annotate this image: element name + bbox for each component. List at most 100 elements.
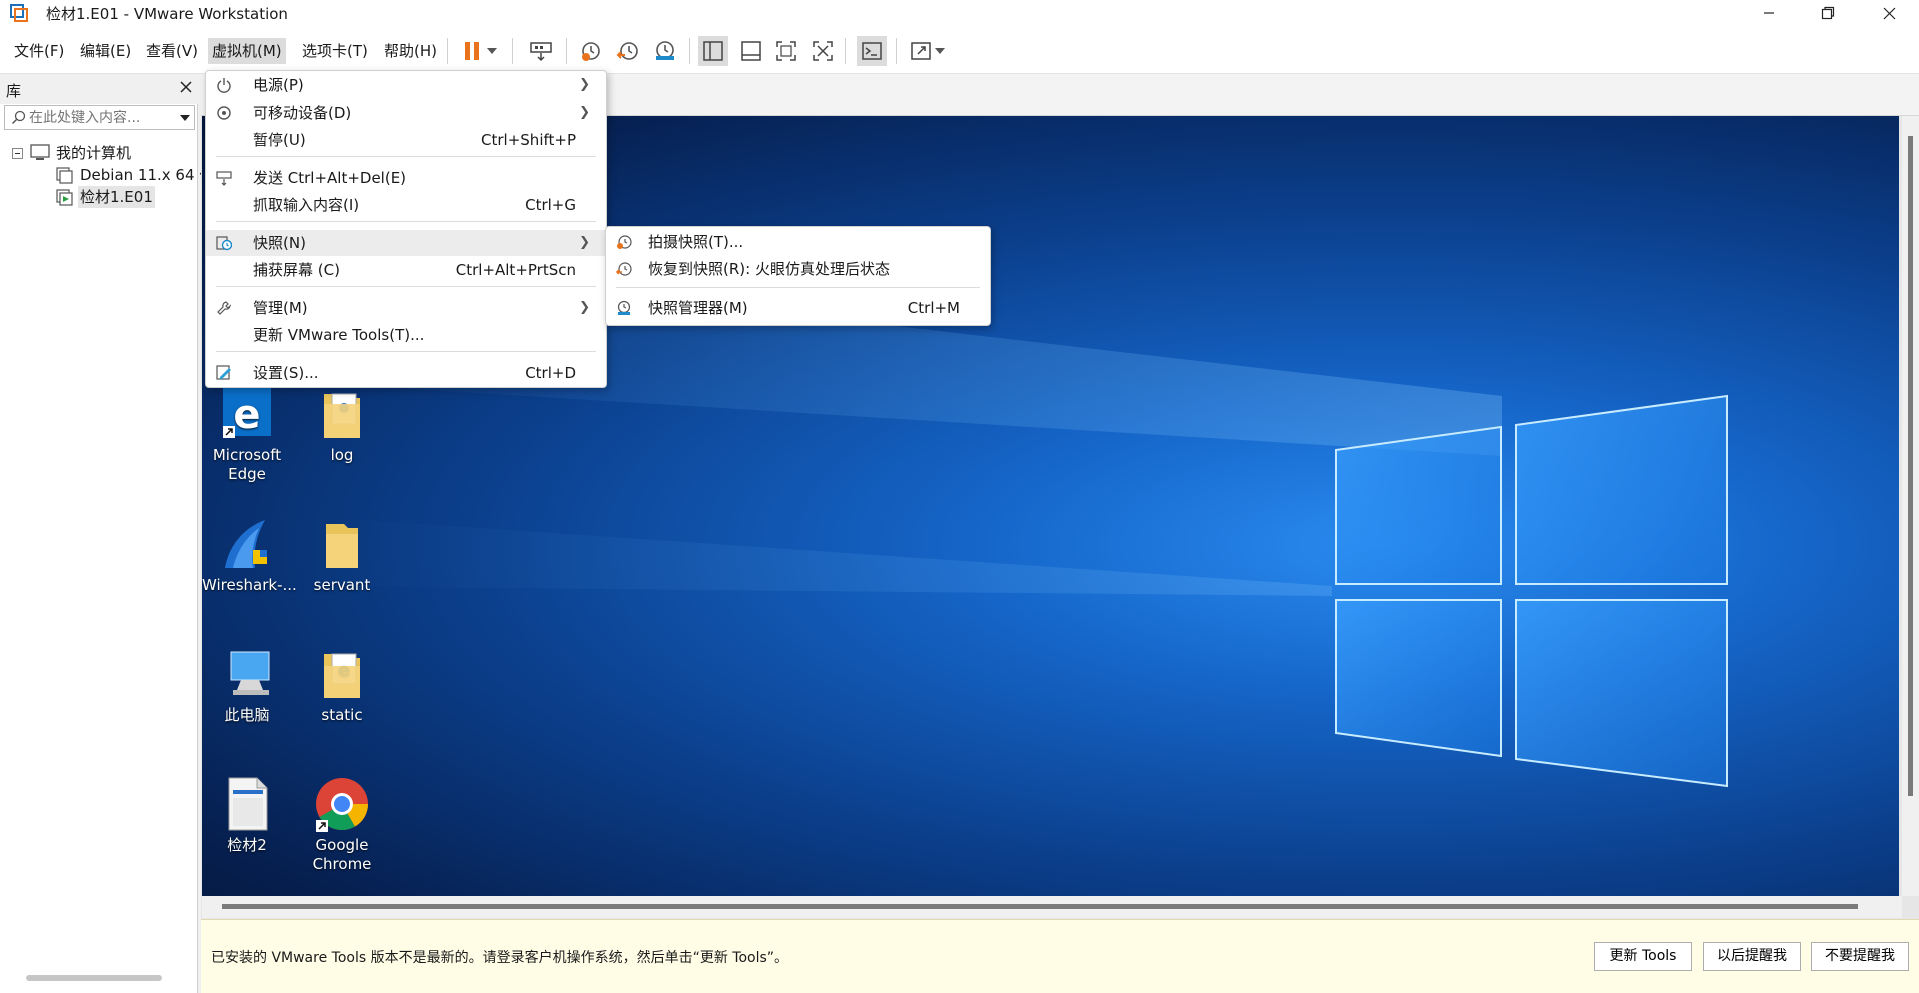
library-layout-icon xyxy=(703,41,723,61)
snapshot-take-icon xyxy=(617,235,632,249)
minimize-button[interactable] xyxy=(1744,0,1794,26)
chrome-icon xyxy=(316,778,368,832)
menu-separator xyxy=(216,221,596,222)
vm-vertical-scrollbar[interactable] xyxy=(1902,116,1919,896)
revert-snapshot-button[interactable] xyxy=(613,36,643,66)
menu-edit[interactable]: 编辑(E) xyxy=(76,38,135,64)
library-search-input[interactable] xyxy=(29,108,169,127)
library-title: 库 xyxy=(6,82,22,100)
desktop-icon-evidence2[interactable]: 检材2 xyxy=(202,776,292,855)
remind-later-button[interactable]: 以后提醒我 xyxy=(1703,942,1801,971)
chevron-right-icon: ❯ xyxy=(579,105,590,120)
chevron-down-icon[interactable] xyxy=(180,114,190,122)
computer-icon xyxy=(30,144,50,160)
scrollbar-thumb[interactable] xyxy=(222,904,1858,909)
menu-help[interactable]: 帮助(H) xyxy=(380,38,441,64)
desktop-icon-wireshark[interactable]: Wireshark-... xyxy=(202,516,297,595)
menu-vm[interactable]: 虚拟机(M) xyxy=(208,38,286,64)
toolbar-separator xyxy=(689,38,690,64)
minimize-icon xyxy=(1764,12,1774,14)
snapshot-manager-icon xyxy=(617,300,631,315)
menu-item-label: 设置(S)... xyxy=(253,364,319,382)
menu-item-shortcut: Ctrl+Alt+PrtScn xyxy=(455,261,576,279)
menu-toolbar: 文件(F) 编辑(E) 查看(V) 虚拟机(M) 选项卡(T) 帮助(H) xyxy=(0,26,1919,74)
submenu-item-take-snapshot[interactable]: 拍摄快照(T)... xyxy=(606,229,990,255)
desktop-icon-label: Wireshark-... xyxy=(202,576,297,594)
menu-item-pause[interactable]: 暂停(U) Ctrl+Shift+P xyxy=(206,127,606,153)
desktop-icon-static[interactable]: e static xyxy=(297,646,387,725)
desktop-icon-label: static xyxy=(321,706,363,724)
window-title: 检材1.E01 - VMware Workstation xyxy=(46,5,288,23)
show-thumbnail-bar-button[interactable] xyxy=(736,36,766,66)
menu-item-send-ctrl-alt-del[interactable]: 发送 Ctrl+Alt+Del(E) xyxy=(206,165,606,191)
menu-item-power[interactable]: 电源(P) ❯ xyxy=(206,72,606,98)
restore-button[interactable] xyxy=(1803,0,1853,26)
title-bar: 检材1.E01 - VMware Workstation xyxy=(0,0,1919,26)
full-screen-button[interactable] xyxy=(771,36,801,66)
unity-icon xyxy=(813,41,833,61)
desktop-icon-edge[interactable]: e Microsoft Edge xyxy=(202,386,292,484)
menu-item-grab-input[interactable]: 抓取输入内容(I) Ctrl+G xyxy=(206,192,606,218)
tree-label: 我的计算机 xyxy=(56,144,132,162)
console-view-button[interactable] xyxy=(857,36,887,66)
dont-remind-button[interactable]: 不要提醒我 xyxy=(1811,942,1909,971)
menu-item-settings[interactable]: 设置(S)... Ctrl+D xyxy=(206,360,606,386)
menu-tabs[interactable]: 选项卡(T) xyxy=(298,38,372,64)
close-window-button[interactable] xyxy=(1864,0,1914,26)
menu-separator xyxy=(616,287,980,288)
edge-icon: e xyxy=(223,388,271,438)
submenu-item-snapshot-manager[interactable]: 快照管理器(M) Ctrl+M xyxy=(606,295,990,321)
unity-button[interactable] xyxy=(808,36,838,66)
notification-text: 已安装的 VMware Tools 版本不是最新的。请登录客户机操作系统，然后单… xyxy=(211,950,789,966)
toolbar-separator xyxy=(845,38,846,64)
binary-file-icon xyxy=(228,777,268,831)
library-close-button[interactable] xyxy=(180,78,192,98)
library-search[interactable] xyxy=(4,105,195,130)
desktop-icon-this-pc[interactable]: 此电脑 xyxy=(202,646,292,725)
menu-item-label: 捕获屏幕 (C) xyxy=(253,261,340,279)
submenu-item-label: 快照管理器(M) xyxy=(648,299,748,317)
pause-dropdown-button[interactable] xyxy=(484,36,500,66)
submenu-item-label: 拍摄快照(T)... xyxy=(648,233,744,251)
menu-item-label: 暂停(U) xyxy=(253,131,306,149)
desktop-icon-log[interactable]: log xyxy=(297,386,387,465)
send-ctrl-alt-del-button[interactable] xyxy=(526,36,556,66)
menu-item-snapshot[interactable]: 快照(N) ❯ xyxy=(206,230,606,256)
submenu-item-label: 恢复到快照(R): 火眼仿真处理后状态 xyxy=(648,260,890,278)
show-library-button[interactable] xyxy=(698,36,728,66)
thumbnail-layout-icon xyxy=(741,41,761,61)
desktop-icon-servant[interactable]: servant xyxy=(297,516,387,595)
search-icon xyxy=(11,110,26,125)
desktop-icon-label: servant xyxy=(313,576,371,594)
library-horizontal-scrollbar[interactable] xyxy=(26,975,162,981)
update-tools-button[interactable]: 更新 Tools xyxy=(1594,942,1692,971)
snapshot-manager-button[interactable] xyxy=(650,36,680,66)
desktop-icon-chrome[interactable]: Google Chrome xyxy=(297,776,387,874)
stretch-icon xyxy=(911,42,931,60)
library-header: 库 xyxy=(0,74,198,104)
snapshot-revert-icon xyxy=(616,42,638,60)
menu-item-label: 可移动设备(D) xyxy=(253,104,352,122)
chevron-right-icon: ❯ xyxy=(579,235,590,250)
computer-icon xyxy=(230,651,270,695)
stretch-dropdown-button[interactable] xyxy=(932,36,948,66)
menu-item-manage[interactable]: 管理(M) ❯ xyxy=(206,295,606,321)
take-snapshot-button[interactable] xyxy=(576,36,606,66)
menu-file[interactable]: 文件(F) xyxy=(10,38,68,64)
menu-separator xyxy=(216,156,596,157)
toolbar-separator xyxy=(566,38,567,64)
vmware-tools-notification: 已安装的 VMware Tools 版本不是最新的。请登录客户机操作系统，然后单… xyxy=(201,919,1919,993)
wireshark-icon xyxy=(225,520,267,568)
scrollbar-thumb[interactable] xyxy=(1908,136,1913,796)
menu-item-removable-devices[interactable]: 可移动设备(D) ❯ xyxy=(206,100,606,126)
menu-item-label: 更新 VMware Tools(T)... xyxy=(253,326,425,344)
chevron-down-icon xyxy=(935,48,945,54)
menu-view[interactable]: 查看(V) xyxy=(142,38,202,64)
vm-horizontal-scrollbar[interactable] xyxy=(202,896,1902,918)
menu-item-update-tools[interactable]: 更新 VMware Tools(T)... xyxy=(206,322,606,348)
pause-icon xyxy=(465,42,479,60)
collapse-icon[interactable] xyxy=(12,148,23,159)
submenu-item-revert-snapshot[interactable]: 恢复到快照(R): 火眼仿真处理后状态 xyxy=(606,256,990,282)
menu-item-capture-screen[interactable]: 捕获屏幕 (C) Ctrl+Alt+PrtScn xyxy=(206,257,606,283)
desktop-icon-label: 此电脑 xyxy=(224,706,270,724)
